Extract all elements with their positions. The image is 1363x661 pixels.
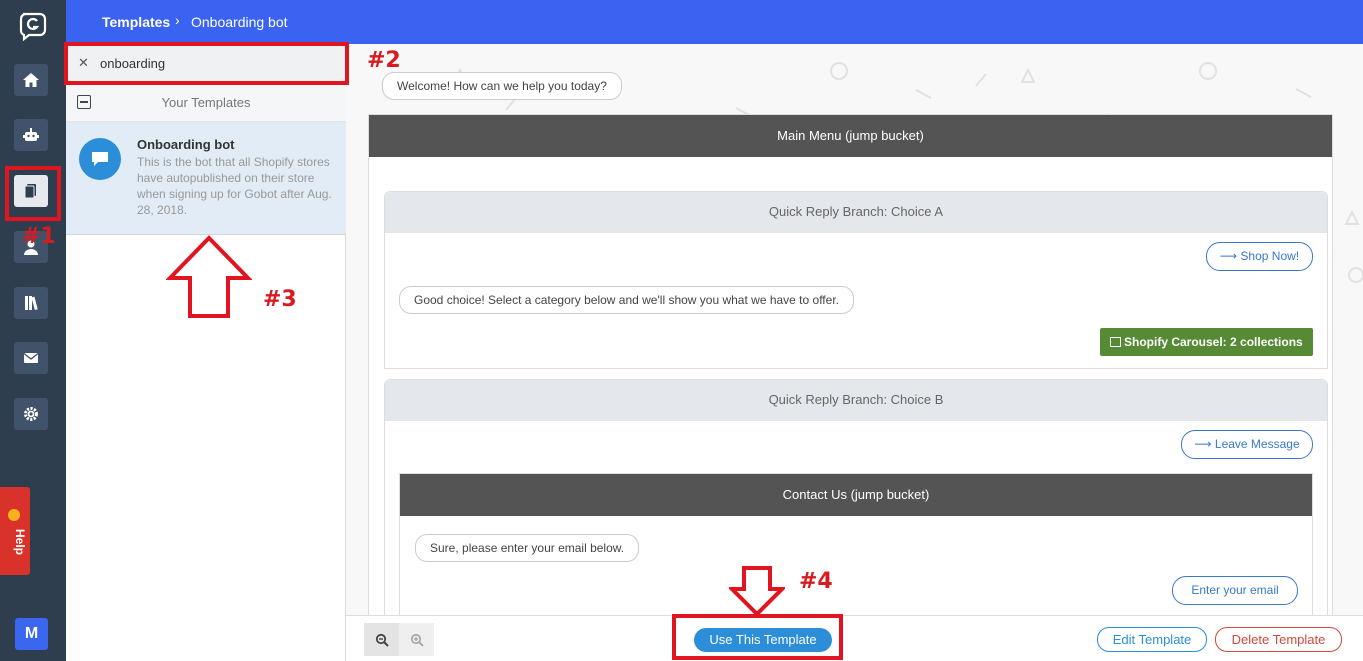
rail-home-button[interactable]	[14, 64, 48, 96]
welcome-message-bubble[interactable]: Welcome! How can we help you today?	[382, 72, 622, 100]
annotation-box-2	[64, 42, 349, 85]
branch-a-title: Quick Reply Branch: Choice A	[385, 192, 1327, 233]
delete-template-button[interactable]: Delete Template	[1215, 627, 1342, 652]
leave-message-button[interactable]: ⟶ Leave Message	[1181, 430, 1313, 459]
mail-icon	[23, 352, 39, 363]
breadcrumb-templates[interactable]: Templates	[102, 14, 170, 30]
contact-us-bucket[interactable]: Contact Us (jump bucket) Sure, please en…	[399, 473, 1313, 615]
zoom-in-icon	[410, 633, 424, 647]
email-prompt-message[interactable]: Sure, please enter your email below.	[415, 534, 640, 562]
edit-template-button[interactable]: Edit Template	[1097, 627, 1207, 652]
robot-icon	[23, 128, 39, 141]
template-title: Onboarding bot	[137, 137, 235, 152]
enter-email-button[interactable]: Enter your email	[1172, 576, 1298, 605]
flow-canvas[interactable]: Welcome! How can we help you today? Main…	[346, 44, 1363, 615]
contact-us-bucket-title: Contact Us (jump bucket)	[400, 474, 1312, 516]
shop-now-button[interactable]: ⟶ Shop Now!	[1206, 242, 1313, 271]
help-smiley-icon	[8, 509, 20, 521]
template-group-header[interactable]: Your Templates	[66, 82, 346, 122]
main-menu-bucket[interactable]: Main Menu (jump bucket) Quick Reply Bran…	[368, 114, 1333, 615]
template-list-item[interactable]: Onboarding bot This is the bot that all …	[66, 122, 346, 235]
template-group-title: Your Templates	[161, 95, 251, 110]
annotation-label-4: #4	[799, 569, 833, 594]
canvas-footer: Use This Template Edit Template Delete T…	[346, 615, 1363, 661]
top-bar: Templates › Onboarding bot	[66, 0, 1363, 44]
annotation-label-2: #2	[367, 48, 401, 73]
annotation-box-1	[5, 166, 61, 221]
user-avatar[interactable]: M	[15, 618, 48, 650]
breadcrumb-current: Onboarding bot	[191, 14, 288, 30]
zoom-out-icon	[375, 633, 389, 647]
carousel-icon	[1110, 337, 1121, 347]
zoom-in-button[interactable]	[399, 623, 434, 656]
carousel-label: Shopify Carousel: 2 collections	[1124, 335, 1303, 349]
help-tab[interactable]: Help	[0, 487, 30, 575]
help-label: Help	[13, 529, 27, 556]
gobot-logo-icon[interactable]	[14, 8, 50, 42]
annotation-box-4	[672, 614, 843, 660]
home-icon	[23, 73, 39, 87]
main-menu-bucket-title: Main Menu (jump bucket)	[369, 115, 1332, 157]
annotation-arrow-up-icon	[166, 235, 252, 318]
shopify-carousel-button[interactable]: Shopify Carousel: 2 collections	[1100, 328, 1313, 356]
chat-bubble-icon	[79, 138, 121, 180]
zoom-out-button[interactable]	[364, 623, 399, 656]
left-rail: Help M	[0, 0, 66, 661]
annotation-arrow-down-icon	[729, 566, 785, 617]
template-panel: ✕ Your Templates Onboarding bot This is …	[66, 44, 346, 661]
rail-settings-button[interactable]	[14, 398, 48, 430]
annotation-label-3: #3	[263, 287, 297, 312]
template-description: This is the bot that all Shopify stores …	[137, 155, 332, 217]
rail-library-button[interactable]	[14, 287, 48, 319]
branch-choice-a[interactable]: Quick Reply Branch: Choice A ⟶ Shop Now!…	[384, 191, 1328, 369]
settings-icon	[24, 407, 38, 421]
library-icon	[25, 296, 38, 311]
rail-bots-button[interactable]	[14, 119, 48, 151]
branch-choice-b[interactable]: Quick Reply Branch: Choice B ⟶ Leave Mes…	[384, 379, 1328, 615]
rail-mail-button[interactable]	[14, 342, 48, 374]
branch-b-title: Quick Reply Branch: Choice B	[385, 380, 1327, 421]
annotation-label-1: #1	[22, 224, 56, 249]
branch-a-message[interactable]: Good choice! Select a category below and…	[399, 286, 854, 314]
breadcrumb-chevron-icon: ›	[175, 12, 180, 28]
